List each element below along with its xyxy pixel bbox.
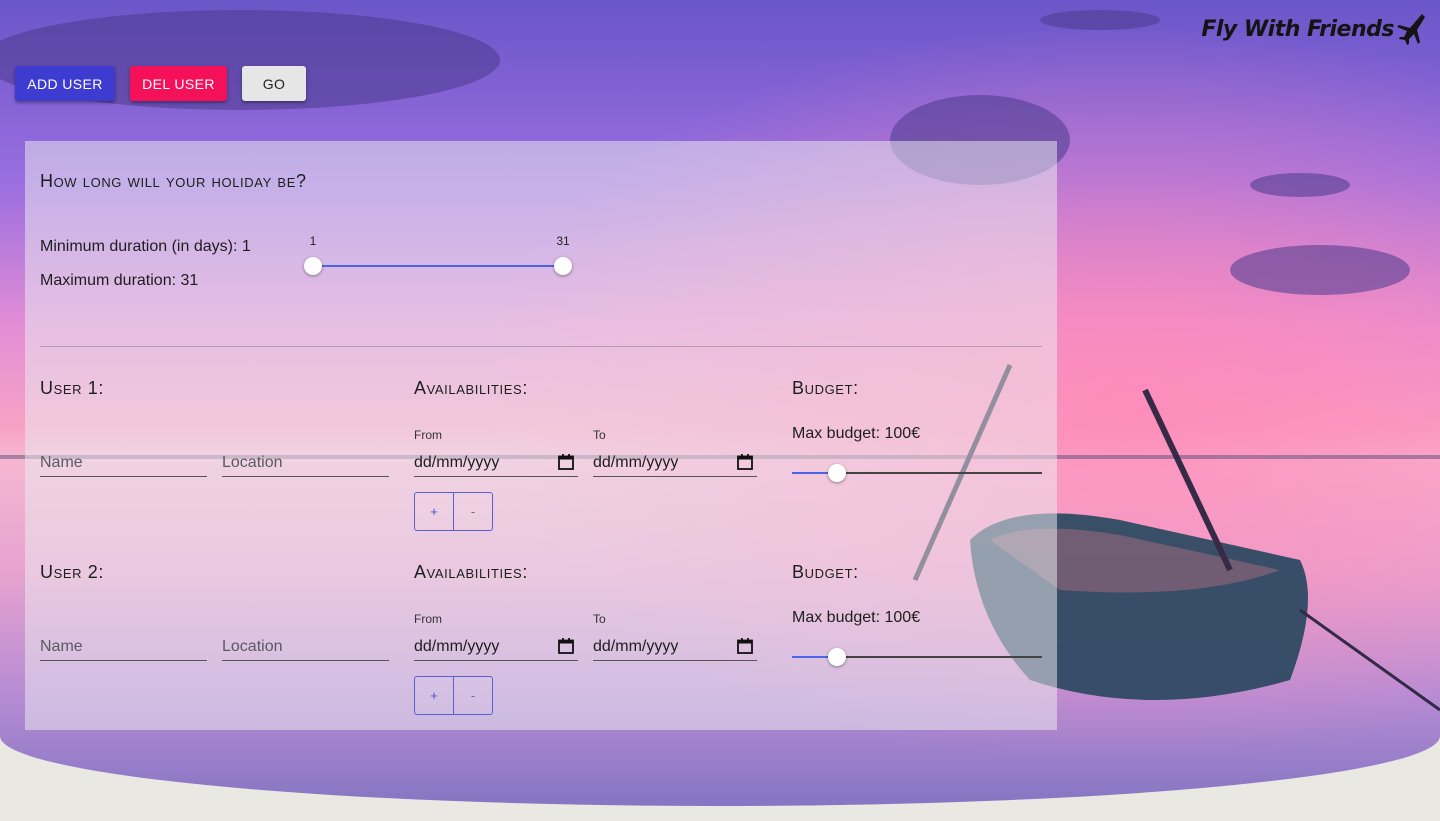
logo-text: Fly With Friends bbox=[1201, 16, 1394, 42]
to-date-value: dd/mm/yyyy bbox=[593, 454, 679, 471]
max-budget-text: Max budget: 100€ bbox=[792, 425, 921, 442]
user-heading: User 2: bbox=[40, 562, 104, 582]
add-user-button[interactable]: ADD USER bbox=[15, 66, 115, 101]
from-date-value: dd/mm/yyyy bbox=[414, 454, 500, 471]
duration-min-value-label: 1 bbox=[309, 234, 317, 248]
go-button[interactable]: GO bbox=[242, 66, 306, 101]
remove-availability-button[interactable]: - bbox=[453, 493, 492, 530]
remove-availability-button[interactable]: - bbox=[453, 677, 492, 714]
holiday-form-panel: How long will your holiday be? Minimum d… bbox=[25, 141, 1057, 730]
user-row-2: User 2: Availabilities: Budget: From dd/… bbox=[25, 562, 1057, 732]
location-field[interactable] bbox=[222, 446, 389, 477]
duration-max-value-label: 31 bbox=[556, 234, 570, 248]
duration-range-slider[interactable] bbox=[304, 256, 572, 276]
budget-slider-handle[interactable] bbox=[828, 464, 846, 482]
duration-range-fill bbox=[313, 265, 563, 267]
add-availability-button[interactable]: + bbox=[415, 677, 453, 714]
name-field[interactable] bbox=[40, 446, 207, 477]
from-date-input[interactable]: dd/mm/yyyy bbox=[414, 446, 578, 477]
budget-slider[interactable] bbox=[792, 463, 1042, 483]
name-field[interactable] bbox=[40, 630, 207, 661]
name-input[interactable] bbox=[40, 454, 207, 472]
max-duration-text: Maximum duration: 31 bbox=[40, 272, 199, 289]
from-label: From bbox=[414, 612, 442, 626]
user-row-1: User 1: Availabilities: Budget: From dd/… bbox=[25, 378, 1057, 548]
availability-add-remove-group: + - bbox=[414, 676, 493, 715]
from-label: From bbox=[414, 428, 442, 442]
add-availability-button[interactable]: + bbox=[415, 493, 453, 530]
budget-slider[interactable] bbox=[792, 647, 1042, 667]
location-input[interactable] bbox=[222, 638, 389, 656]
availability-add-remove-group: + - bbox=[414, 492, 493, 531]
holiday-duration-heading: How long will your holiday be? bbox=[40, 171, 307, 191]
calendar-icon[interactable] bbox=[737, 454, 753, 470]
calendar-icon[interactable] bbox=[737, 638, 753, 654]
name-input[interactable] bbox=[40, 638, 207, 656]
calendar-icon[interactable] bbox=[558, 638, 574, 654]
delete-user-button[interactable]: DEL USER bbox=[130, 66, 227, 101]
to-date-input[interactable]: dd/mm/yyyy bbox=[593, 630, 757, 661]
user-heading: User 1: bbox=[40, 378, 104, 398]
section-divider bbox=[40, 346, 1042, 347]
min-duration-text: Minimum duration (in days): 1 bbox=[40, 238, 251, 255]
to-label: To bbox=[593, 612, 606, 626]
location-field[interactable] bbox=[222, 630, 389, 661]
location-input[interactable] bbox=[222, 454, 389, 472]
duration-min-handle[interactable] bbox=[304, 257, 322, 275]
budget-heading: Budget: bbox=[792, 562, 859, 582]
to-date-value: dd/mm/yyyy bbox=[593, 638, 679, 655]
to-date-input[interactable]: dd/mm/yyyy bbox=[593, 446, 757, 477]
availabilities-heading: Availabilities: bbox=[414, 562, 528, 582]
budget-heading: Budget: bbox=[792, 378, 859, 398]
duration-max-handle[interactable] bbox=[554, 257, 572, 275]
brand-logo[interactable]: Fly With Friends bbox=[1201, 12, 1426, 46]
availabilities-heading: Availabilities: bbox=[414, 378, 528, 398]
airplane-icon bbox=[1397, 14, 1425, 45]
from-date-input[interactable]: dd/mm/yyyy bbox=[414, 630, 578, 661]
to-label: To bbox=[593, 428, 606, 442]
from-date-value: dd/mm/yyyy bbox=[414, 638, 500, 655]
calendar-icon[interactable] bbox=[558, 454, 574, 470]
max-budget-text: Max budget: 100€ bbox=[792, 609, 921, 626]
budget-slider-handle[interactable] bbox=[828, 648, 846, 666]
